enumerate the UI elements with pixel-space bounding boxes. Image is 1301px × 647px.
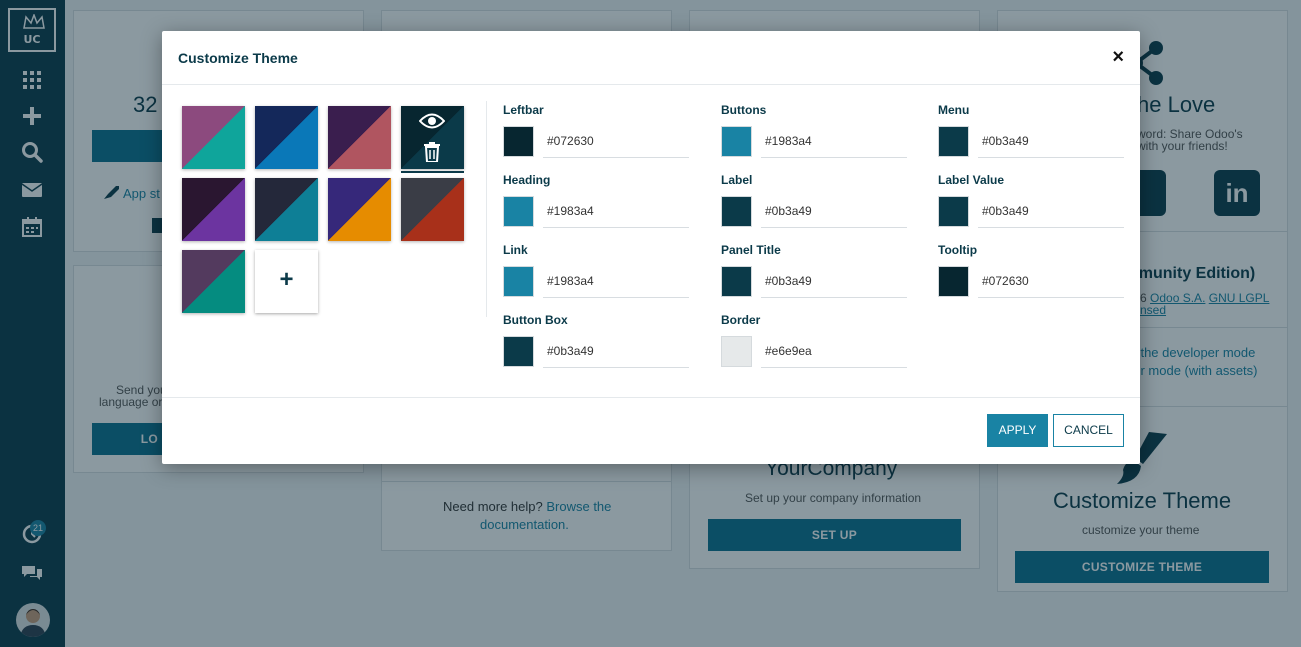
color-picker-swatch[interactable]	[938, 266, 969, 297]
input-underline	[978, 227, 1124, 228]
color-hex-input[interactable]: #072630	[547, 134, 594, 148]
theme-swatch[interactable]	[328, 106, 391, 169]
color-field: Panel Title #0b3a49	[721, 243, 907, 305]
color-field-label: Buttons	[721, 103, 767, 117]
color-hex-input[interactable]: #0b3a49	[765, 204, 812, 218]
color-field-label: Panel Title	[721, 243, 781, 257]
theme-swatch[interactable]	[255, 178, 318, 241]
input-underline	[761, 227, 907, 228]
color-picker-swatch[interactable]	[503, 126, 534, 157]
theme-swatch[interactable]	[255, 106, 318, 169]
color-picker-swatch[interactable]	[938, 126, 969, 157]
color-field: Label #0b3a49	[721, 173, 907, 235]
color-hex-input[interactable]: #072630	[982, 274, 1029, 288]
color-picker-swatch[interactable]	[721, 196, 752, 227]
theme-swatch-active[interactable]	[401, 106, 464, 169]
theme-swatch[interactable]	[182, 106, 245, 169]
color-field: Button Box #0b3a49	[503, 313, 689, 375]
color-field-label: Leftbar	[503, 103, 544, 117]
color-hex-input[interactable]: #0b3a49	[547, 344, 594, 358]
color-picker-swatch[interactable]	[721, 336, 752, 367]
color-field-label: Heading	[503, 173, 551, 187]
color-picker-swatch[interactable]	[721, 266, 752, 297]
theme-swatch[interactable]	[182, 178, 245, 241]
add-theme-button[interactable]: +	[255, 250, 318, 313]
color-field: Border #e6e9ea	[721, 313, 907, 375]
panel-divider	[486, 101, 487, 317]
input-underline	[543, 297, 689, 298]
apply-button[interactable]: APPLY	[987, 414, 1048, 447]
input-underline	[543, 367, 689, 368]
color-field: Tooltip #072630	[938, 243, 1124, 305]
color-hex-input[interactable]: #1983a4	[547, 274, 594, 288]
input-underline	[761, 367, 907, 368]
color-hex-input[interactable]: #0b3a49	[982, 134, 1029, 148]
color-field: Heading #1983a4	[503, 173, 689, 235]
customize-theme-dialog: Customize Theme × + Leftbar #072630 Button…	[162, 31, 1140, 464]
dialog-header: Customize Theme ×	[162, 31, 1140, 85]
color-hex-input[interactable]: #e6e9ea	[765, 344, 812, 358]
color-field-label: Border	[721, 313, 761, 327]
color-field-label: Label Value	[938, 173, 1005, 187]
color-field: Label Value #0b3a49	[938, 173, 1124, 235]
color-picker-swatch[interactable]	[503, 266, 534, 297]
color-field: Menu #0b3a49	[938, 103, 1124, 165]
color-picker-swatch[interactable]	[938, 196, 969, 227]
input-underline	[761, 157, 907, 158]
color-hex-input[interactable]: #1983a4	[765, 134, 812, 148]
color-field-label: Label	[721, 173, 753, 187]
close-icon[interactable]: ×	[1112, 46, 1124, 69]
color-field-label: Tooltip	[938, 243, 978, 257]
active-swatch-indicator	[401, 171, 464, 173]
theme-swatch[interactable]	[328, 178, 391, 241]
color-field: Leftbar #072630	[503, 103, 689, 165]
color-hex-input[interactable]: #0b3a49	[982, 204, 1029, 218]
input-underline	[543, 227, 689, 228]
color-field-label: Link	[503, 243, 528, 257]
theme-swatch[interactable]	[182, 250, 245, 313]
color-hex-input[interactable]: #0b3a49	[765, 274, 812, 288]
input-underline	[543, 157, 689, 158]
color-field-label: Menu	[938, 103, 970, 117]
color-hex-input[interactable]: #1983a4	[547, 204, 594, 218]
cancel-button[interactable]: CANCEL	[1053, 414, 1124, 447]
delete-trash-icon[interactable]	[423, 142, 441, 162]
input-underline	[761, 297, 907, 298]
dialog-title: Customize Theme	[178, 50, 298, 66]
color-picker-swatch[interactable]	[721, 126, 752, 157]
color-field-label: Button Box	[503, 313, 568, 327]
input-underline	[978, 157, 1124, 158]
color-field: Buttons #1983a4	[721, 103, 907, 165]
color-picker-swatch[interactable]	[503, 196, 534, 227]
color-field: Link #1983a4	[503, 243, 689, 305]
color-picker-swatch[interactable]	[503, 336, 534, 367]
input-underline	[978, 297, 1124, 298]
theme-swatch[interactable]	[401, 178, 464, 241]
preview-eye-icon[interactable]	[419, 112, 445, 130]
